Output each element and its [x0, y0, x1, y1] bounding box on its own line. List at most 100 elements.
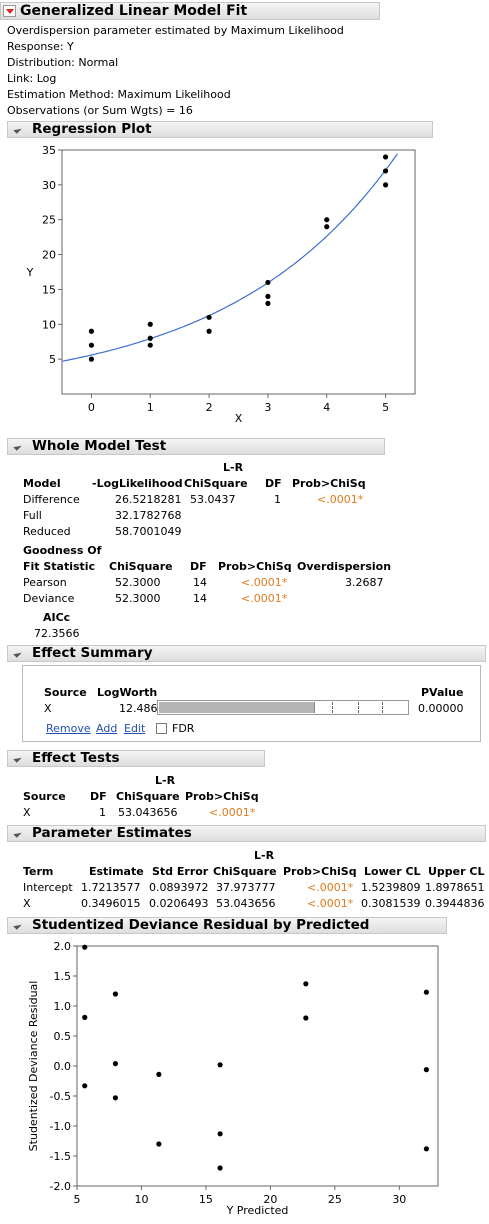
- gof-header-1: Goodness Of: [23, 544, 102, 557]
- gof-chisq-deviance: 52.3000: [115, 592, 161, 605]
- data-point: [156, 1141, 162, 1147]
- y-tick-label: -0.5: [50, 1090, 71, 1103]
- y-tick-label: 5: [49, 353, 56, 366]
- gof-prob-deviance: <.0001*: [241, 592, 288, 605]
- fdr-checkbox[interactable]: [156, 723, 167, 734]
- info-observations: Observations (or Sum Wgts) = 16: [7, 104, 193, 117]
- pe-header-stderr: Std Error: [152, 865, 209, 878]
- aicc-label: AICc: [43, 611, 71, 624]
- pe-prob-intercept: <.0001*: [307, 881, 354, 894]
- x-tick-label: 1: [147, 401, 154, 414]
- gof-header-chisq: ChiSquare: [109, 560, 173, 573]
- edit-button[interactable]: Edit: [124, 722, 145, 735]
- residual-plot-header[interactable]: Studentized Deviance Residual by Predict…: [7, 917, 447, 934]
- regression-plot-header[interactable]: Regression Plot: [7, 121, 433, 138]
- disclosure-icon[interactable]: [13, 649, 22, 658]
- data-point: [82, 1014, 88, 1020]
- data-point: [112, 1095, 119, 1101]
- whole-model-test-title: Whole Model Test: [32, 438, 167, 454]
- parameter-estimates-header[interactable]: Parameter Estimates: [7, 825, 486, 842]
- pe-lcl-x: 0.3081539: [361, 897, 421, 910]
- effect-summary-header[interactable]: Effect Summary: [7, 645, 486, 662]
- data-point: [303, 1015, 309, 1021]
- gof-over-pearson: 3.2687: [345, 576, 384, 589]
- et-prob-x: <.0001*: [209, 806, 256, 819]
- data-point: [156, 1071, 162, 1077]
- col-header-loglik: -LogLikelihood: [92, 477, 183, 490]
- et-header-df: DF: [90, 790, 107, 803]
- pe-ucl-x: 0.3944836: [425, 897, 485, 910]
- disclosure-icon[interactable]: [13, 921, 22, 930]
- regression-plot: 5 10 15 20 25 30 35 0 1 2 3 4 5 X Y: [26, 144, 416, 425]
- pe-prob-x: <.0001*: [307, 897, 354, 910]
- pe-term-intercept: Intercept: [23, 881, 73, 894]
- y-tick-label: 20: [42, 249, 56, 262]
- pe-ucl-intercept: 1.8978651: [425, 881, 485, 894]
- es-header-source: Source: [44, 686, 87, 699]
- red-menu-icon[interactable]: [3, 5, 16, 17]
- es-pvalue-x: 0.00000: [418, 702, 464, 715]
- row-label-full: Full: [23, 509, 42, 522]
- et-header-prob: Prob>ChiSq: [185, 790, 259, 803]
- y-tick-label: 35: [42, 144, 56, 157]
- residual-plot: -2.0-1.5-1.0-0.50.00.51.01.52.05 10 15 20 25…: [27, 940, 439, 1217]
- y-tick-label: -1.0: [50, 1120, 71, 1133]
- col-header-model: Model: [23, 477, 61, 490]
- plot-frame: [76, 945, 439, 1187]
- effect-tests-title: Effect Tests: [32, 750, 120, 766]
- col-header-lr: L-R: [223, 461, 244, 474]
- data-point: [147, 342, 153, 348]
- logworth-bar-fill: [159, 702, 315, 713]
- data-point: [88, 356, 95, 362]
- gof-df-pearson: 14: [193, 576, 207, 589]
- pe-chisq-x: 53.043656: [216, 897, 276, 910]
- gof-chisq-pearson: 52.3000: [115, 576, 161, 589]
- es-logworth-x: 12.486: [119, 702, 158, 715]
- effect-tests-header[interactable]: Effect Tests: [7, 750, 265, 767]
- pe-se-intercept: 0.0893972: [149, 881, 209, 894]
- loglik-difference: 26.5218281: [115, 493, 182, 506]
- y-axis-label: Studentized Deviance Residual: [27, 981, 40, 1152]
- y-tick-label: -1.5: [50, 1150, 71, 1163]
- es-source-x: X: [44, 702, 52, 715]
- gof-label-pearson: Pearson: [23, 576, 67, 589]
- disclosure-icon[interactable]: [13, 125, 22, 134]
- et-header-source: Source: [23, 790, 66, 803]
- data-point: [217, 1062, 223, 1068]
- y-tick-label: 0.0: [54, 1060, 72, 1073]
- x-tick-label: 5: [382, 401, 389, 414]
- x-axis-label: Y Predicted: [226, 1204, 289, 1217]
- data-point: [265, 300, 271, 306]
- regression-plot-title: Regression Plot: [32, 121, 152, 137]
- et-chisq-x: 53.043656: [118, 806, 178, 819]
- data-point: [382, 154, 389, 160]
- data-point: [303, 981, 309, 987]
- info-estimation-method: Estimation Method: Maximum Likelihood: [7, 88, 231, 101]
- disclosure-icon[interactable]: [13, 754, 22, 763]
- data-point: [382, 168, 389, 174]
- disclosure-icon[interactable]: [13, 829, 22, 838]
- data-point: [112, 991, 119, 997]
- report-title: Generalized Linear Model Fit: [20, 3, 248, 19]
- y-tick-label: 10: [42, 318, 56, 331]
- whole-model-test-header[interactable]: Whole Model Test: [7, 438, 385, 455]
- pe-header-estimate: Estimate: [89, 865, 144, 878]
- data-point: [423, 1067, 429, 1073]
- x-tick-label: 0: [88, 401, 95, 414]
- et-header-chisq: ChiSquare: [116, 790, 180, 803]
- row-label-difference: Difference: [23, 493, 80, 506]
- x-tick-label: 2: [206, 401, 213, 414]
- gof-df-deviance: 14: [193, 592, 207, 605]
- data-point: [265, 279, 271, 286]
- x-tick-label: 10: [134, 1193, 148, 1206]
- remove-button[interactable]: Remove: [46, 722, 91, 735]
- df-difference: 1: [274, 493, 281, 506]
- disclosure-icon[interactable]: [13, 442, 22, 451]
- x-tick-label: 25: [328, 1193, 342, 1206]
- data-point: [206, 314, 212, 320]
- y-tick-label: 30: [42, 179, 56, 192]
- data-point: [423, 989, 429, 995]
- y-axis-label: Y: [26, 266, 34, 279]
- add-button[interactable]: Add: [96, 722, 117, 735]
- et-source-x: X: [23, 806, 31, 819]
